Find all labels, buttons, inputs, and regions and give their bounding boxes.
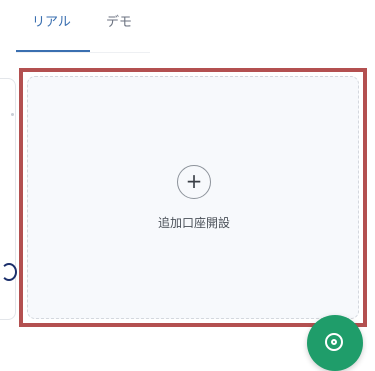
progress-ring-icon [1,263,17,281]
tab-real[interactable]: リアル [32,14,71,32]
account-type-tabs: リアル デモ [16,0,150,53]
support-icon [325,333,343,351]
add-account-label: 追加口座開設 [157,216,230,230]
active-tab-indicator [16,50,90,52]
account-card-previous[interactable] [0,78,17,320]
plus-icon[interactable]: + [177,165,211,199]
card-decoration [11,113,14,116]
add-account-card[interactable]: + 追加口座開設 [27,76,359,319]
tab-demo[interactable]: デモ [106,14,132,32]
support-fab-button[interactable] [307,315,363,371]
